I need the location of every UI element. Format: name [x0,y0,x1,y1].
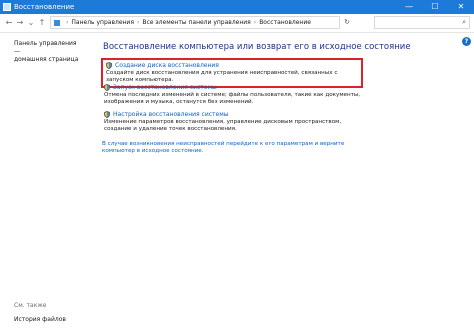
maximize-button[interactable]: ☐ [422,0,448,14]
breadcrumb-sep: › [253,19,257,26]
close-button[interactable]: ✕ [448,0,474,14]
configure-restore-link[interactable]: Настройка восстановления системы [104,111,366,118]
option-system-restore: Запуск восстановления системы Отмена пос… [104,84,366,106]
address-bar: ← → ⌄ ↑ › Панель управления › Все элементы … [0,14,474,33]
control-panel-home-link[interactable]: Панель управления — домашняя страница [14,40,84,64]
see-also-section: См. также История файлов [14,302,94,324]
create-recovery-drive-description: Создайте диск восстановления для устране… [106,70,338,83]
page-title: Восстановление компьютера или возврат ег… [103,42,411,52]
back-arrow-icon[interactable]: ← [4,17,14,29]
configure-restore-label: Настройка восстановления системы [113,111,229,118]
breadcrumb-item-all-items[interactable]: Все элементы панели управления [142,19,250,26]
home-link-line2: домашняя страница [14,56,79,63]
search-icon[interactable]: ⌕ [462,18,466,27]
create-recovery-drive-link[interactable]: Создание диска восстановления [106,62,358,69]
see-also-heading: См. также [14,302,47,309]
create-recovery-drive-label: Создание диска восстановления [115,62,219,69]
home-link-line1: Панель управления — [14,40,77,55]
forward-arrow-icon[interactable]: → [15,17,25,29]
up-arrow-icon[interactable]: ↑ [37,17,47,29]
breadcrumb-item-recovery[interactable]: Восстановление [259,19,311,26]
shield-icon [106,62,112,69]
control-panel-icon [54,19,60,26]
title-bar: Восстановление — ☐ ✕ [0,0,474,14]
sidebar: Панель управления — домашняя страница [14,40,84,64]
main-content: Восстановление компьютера или возврат ег… [103,42,463,53]
configure-restore-description: Изменение параметров восстановления, упр… [104,119,342,132]
breadcrumb-sep: › [136,19,140,26]
breadcrumb[interactable]: › Панель управления › Все элементы панели у… [50,16,340,29]
shield-icon [104,111,110,118]
system-restore-description: Отмена последних изменений в системе; фа… [104,92,361,105]
system-restore-link[interactable]: Запуск восстановления системы [104,84,366,91]
minimize-button[interactable]: — [396,0,422,14]
system-restore-label: Запуск восстановления системы [113,84,217,91]
recent-locations-icon[interactable]: ⌄ [26,17,36,29]
breadcrumb-item-control-panel[interactable]: Панель управления [71,19,134,26]
help-button[interactable]: ? [462,37,471,46]
reset-pc-link[interactable]: В случае возникновения неисправностей пе… [102,141,372,155]
shield-icon [104,84,110,91]
recovery-app-icon [3,3,11,11]
refresh-icon[interactable]: ↻ [342,17,352,28]
option-configure-restore: Настройка восстановления системы Изменен… [104,111,366,133]
search-input[interactable]: ⌕ [374,16,470,29]
window-controls: — ☐ ✕ [396,0,474,14]
file-history-link[interactable]: История файлов [14,316,94,324]
breadcrumb-sep: › [66,19,69,26]
window-title: Восстановление [14,3,75,11]
